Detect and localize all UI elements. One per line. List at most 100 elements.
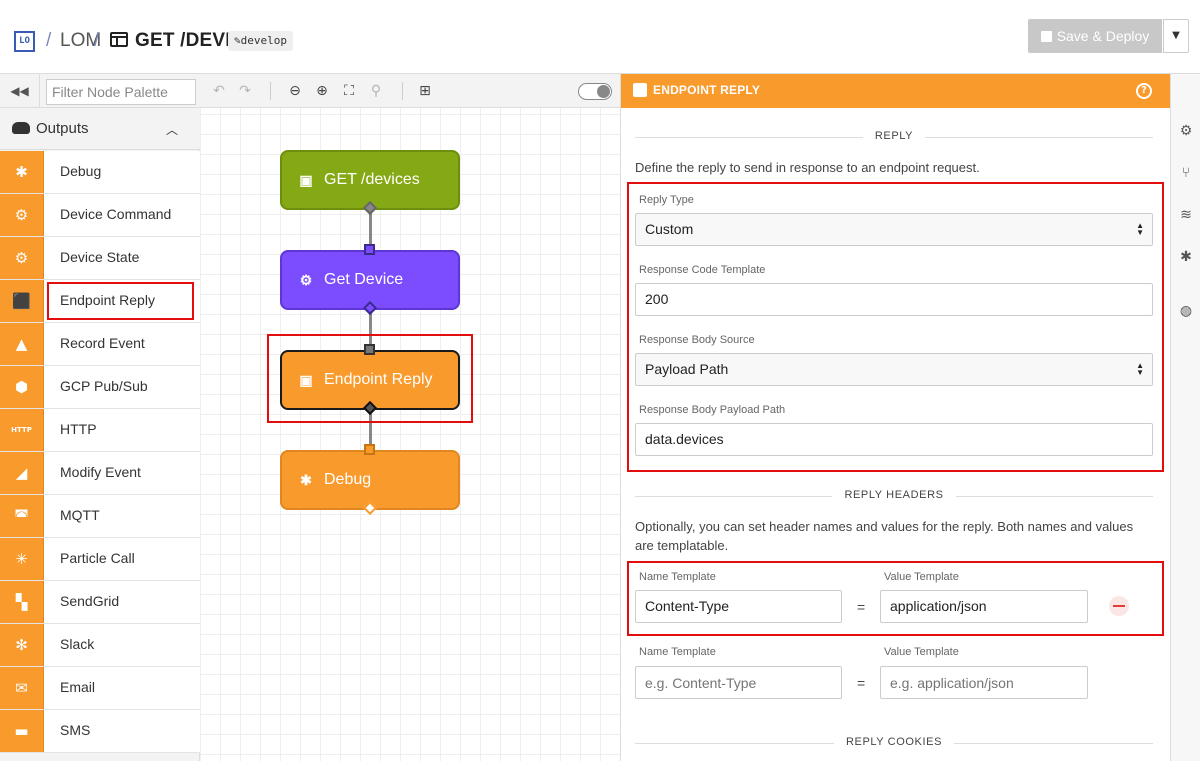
toggle-knob xyxy=(597,85,610,98)
branch-icon[interactable]: ⑂ xyxy=(1177,164,1195,182)
http-icon: HTTP xyxy=(0,409,44,451)
palette-node-gcp-pubsub[interactable]: ⬢ GCP Pub/Sub xyxy=(0,366,200,409)
palette-node-modify-event[interactable]: ◢ Modify Event xyxy=(0,452,200,495)
envelope-icon: ✉ xyxy=(0,667,44,709)
breadcrumb-separator: / xyxy=(94,30,100,51)
palette-toolbar: ◀◀ xyxy=(0,74,200,108)
add-comment-icon[interactable]: ⊞ xyxy=(414,81,436,101)
equals-sign: = xyxy=(857,599,866,615)
body-path-label: Response Body Payload Path xyxy=(639,404,786,416)
response-code-value: 200 xyxy=(645,291,669,307)
remove-header-button[interactable] xyxy=(1109,596,1129,616)
palette-node-label: Endpoint Reply xyxy=(60,292,155,308)
palette-node-particle-call[interactable]: ✳ Particle Call xyxy=(0,538,200,581)
zoom-reset-icon[interactable]: ⚲ xyxy=(365,81,387,101)
response-code-input[interactable]: 200 xyxy=(635,283,1153,316)
reply-description: Define the reply to send in response to … xyxy=(635,160,980,175)
properties-panel: ENDPOINT REPLY ? REPLY Define the reply … xyxy=(620,74,1170,761)
cloud-upload-icon xyxy=(12,122,30,134)
section-title-text: REPLY xyxy=(862,130,926,142)
deploy-options-button[interactable]: ▼ xyxy=(1163,19,1189,53)
sendgrid-icon: ▚ xyxy=(0,581,44,623)
gcp-icon: ⬢ xyxy=(0,366,44,408)
palette-node-label: Device State xyxy=(60,249,140,265)
section-title-reply-headers: REPLY HEADERS xyxy=(635,489,1153,501)
help-icon[interactable]: ? xyxy=(1136,83,1152,99)
equals-sign: = xyxy=(857,675,866,691)
section-title-text: REPLY COOKIES xyxy=(833,736,955,748)
zoom-in-icon[interactable]: ⊕ xyxy=(311,81,333,101)
globe-icon[interactable]: ◍ xyxy=(1177,302,1195,320)
save-deploy-button[interactable]: Save & Deploy xyxy=(1028,19,1162,53)
chip-icon: ⚙ xyxy=(299,272,313,288)
reply-type-label: Reply Type xyxy=(639,194,694,206)
palette-node-slack[interactable]: ✻ Slack xyxy=(0,624,200,667)
palette-node-label: SMS xyxy=(60,722,91,738)
palette-node-sendgrid[interactable]: ▚ SendGrid xyxy=(0,581,200,624)
header-value-input[interactable]: application/json xyxy=(880,590,1088,623)
body-source-value: Payload Path xyxy=(645,361,729,377)
zoom-out-icon[interactable]: ⊖ xyxy=(284,81,306,101)
event-icon: ▲ xyxy=(0,323,44,365)
undo-icon[interactable]: ↶ xyxy=(208,81,230,101)
section-title-reply: REPLY xyxy=(635,130,1153,142)
palette-node-device-state[interactable]: ⚙ Device State xyxy=(0,237,200,280)
mqtt-icon: ◚ xyxy=(0,495,44,537)
palette-node-record-event[interactable]: ▲ Record Event xyxy=(0,323,200,366)
right-sidebar: ⚙ ⑂ ≋ ✱ ◍ xyxy=(1170,74,1200,761)
breadcrumb-separator: / xyxy=(46,30,52,51)
bug-icon[interactable]: ✱ xyxy=(1177,248,1195,266)
reply-icon: ⬛ xyxy=(0,280,44,322)
input-port[interactable] xyxy=(364,444,375,455)
body-path-input[interactable]: data.devices xyxy=(635,423,1153,456)
palette-node-mqtt[interactable]: ◚ MQTT xyxy=(0,495,200,538)
filter-palette-input[interactable] xyxy=(46,79,196,105)
new-header-value-input[interactable] xyxy=(880,666,1088,699)
palette-node-label: MQTT xyxy=(60,507,100,523)
input-port[interactable] xyxy=(364,344,375,355)
caret-down-icon: ▼ xyxy=(1172,30,1180,41)
palette-node-endpoint-reply[interactable]: ⬛ Endpoint Reply xyxy=(0,280,200,323)
sms-icon: ▬ xyxy=(0,710,44,752)
reply-icon xyxy=(633,83,647,97)
reply-type-select[interactable]: Custom ▲ ▼ xyxy=(635,213,1153,246)
palette-node-sms[interactable]: ▬ SMS xyxy=(0,710,200,753)
fit-screen-icon[interactable]: ⛶ xyxy=(338,81,360,101)
properties-title: ENDPOINT REPLY xyxy=(653,83,761,97)
body-source-select[interactable]: Payload Path ▲ ▼ xyxy=(635,353,1153,386)
input-port[interactable] xyxy=(364,244,375,255)
version-tag[interactable]: ✎develop xyxy=(228,31,293,51)
gear-icon[interactable]: ⚙ xyxy=(1177,122,1195,140)
collapse-palette-button[interactable]: ◀◀ xyxy=(0,74,40,108)
palette-node-email[interactable]: ✉ Email xyxy=(0,667,200,710)
double-chevron-left-icon: ◀◀ xyxy=(10,84,29,98)
slack-icon: ✻ xyxy=(0,624,44,666)
header-name-label: Name Template xyxy=(639,646,716,658)
palette-node-http[interactable]: HTTP HTTP xyxy=(0,409,200,452)
palette-node-list: ✱ Debug ⚙ Device Command ⚙ Device State ⬛ En… xyxy=(0,151,200,753)
save-icon xyxy=(1040,31,1052,42)
palette-node-label: SendGrid xyxy=(60,593,120,609)
palette-node-label: Slack xyxy=(60,636,95,652)
flow-node-label: Debug xyxy=(324,471,372,488)
palette-category-outputs[interactable]: Outputs ︿ xyxy=(0,108,200,150)
modify-icon: ◢ xyxy=(0,452,44,494)
flow-canvas[interactable]: ↶ ↷ ⊖ ⊕ ⛶ ⚲ ⊞ ▣ GET /devices ⚙ Get Device … xyxy=(200,74,620,761)
palette-node-device-command[interactable]: ⚙ Device Command xyxy=(0,194,200,237)
live-mode-toggle[interactable] xyxy=(578,83,612,100)
category-label: Outputs xyxy=(36,120,89,137)
palette-node-label: Modify Event xyxy=(60,464,141,480)
header-name-label: Name Template xyxy=(639,571,716,583)
section-title-reply-cookies: REPLY COOKIES xyxy=(635,736,1153,748)
header-name-input[interactable]: Content-Type xyxy=(635,590,842,623)
node-palette: ◀◀ Outputs ︿ ✱ Debug ⚙ Device Command ⚙ Dev… xyxy=(0,74,200,761)
new-header-name-input[interactable] xyxy=(635,666,842,699)
palette-node-debug[interactable]: ✱ Debug xyxy=(0,151,200,194)
flow-node-label: Get Device xyxy=(324,271,404,288)
chip-icon: ⚙ xyxy=(0,194,44,236)
database-icon[interactable]: ≋ xyxy=(1177,206,1195,224)
app-logo-icon[interactable]: LO xyxy=(14,31,35,52)
redo-icon[interactable]: ↷ xyxy=(234,81,256,101)
save-deploy-label: Save & Deploy xyxy=(1056,28,1150,44)
palette-node-label: HTTP xyxy=(60,421,97,437)
